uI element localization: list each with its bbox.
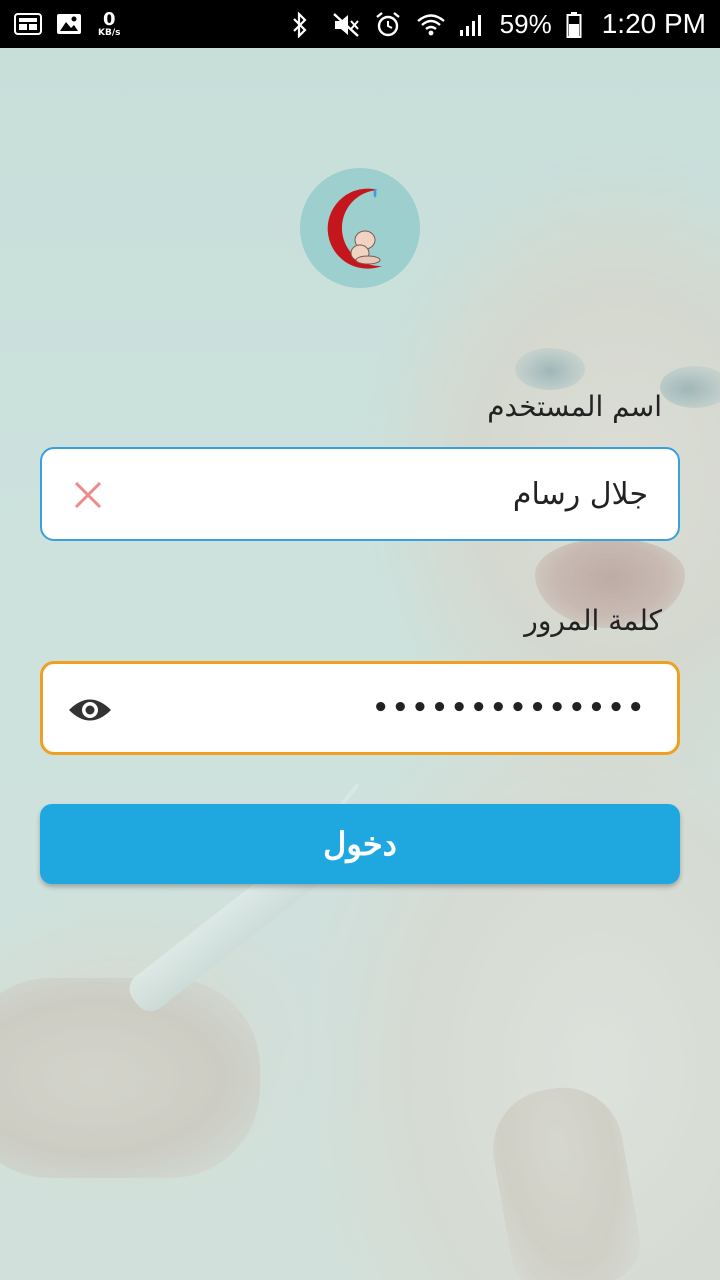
image-icon — [56, 12, 84, 36]
password-field[interactable]: •••••••••••••• — [40, 661, 680, 755]
status-bar-right: 59% 1:20 PM — [290, 8, 706, 40]
network-speed-unit: KB/s — [98, 27, 121, 38]
bluetooth-icon — [290, 11, 318, 39]
network-speed: 0 KB/s — [98, 8, 121, 38]
screenshot-icon — [14, 12, 42, 36]
wifi-icon — [416, 12, 445, 36]
password-label: كلمة المرور — [524, 604, 662, 637]
clear-icon[interactable] — [70, 477, 106, 513]
status-bar: 0 KB/s 59% 1:20 PM — [0, 0, 720, 48]
status-bar-left: 0 KB/s — [14, 8, 121, 38]
network-speed-value: 0 — [102, 8, 116, 30]
login-button[interactable]: دخول — [40, 804, 680, 884]
username-field[interactable]: جلال رسام — [40, 447, 680, 541]
battery-percent: 59% — [499, 8, 552, 39]
battery-icon — [566, 12, 582, 38]
clock: 1:20 PM — [601, 8, 706, 39]
app-logo — [300, 168, 420, 288]
password-value[interactable]: •••••••••••••• — [372, 664, 647, 752]
show-password-eye-icon[interactable] — [65, 690, 115, 730]
signal-icon — [458, 12, 486, 36]
mute-icon — [332, 12, 360, 37]
username-label: اسم المستخدم — [487, 390, 662, 423]
username-value[interactable]: جلال رسام — [513, 449, 648, 539]
alarm-icon — [374, 12, 402, 37]
